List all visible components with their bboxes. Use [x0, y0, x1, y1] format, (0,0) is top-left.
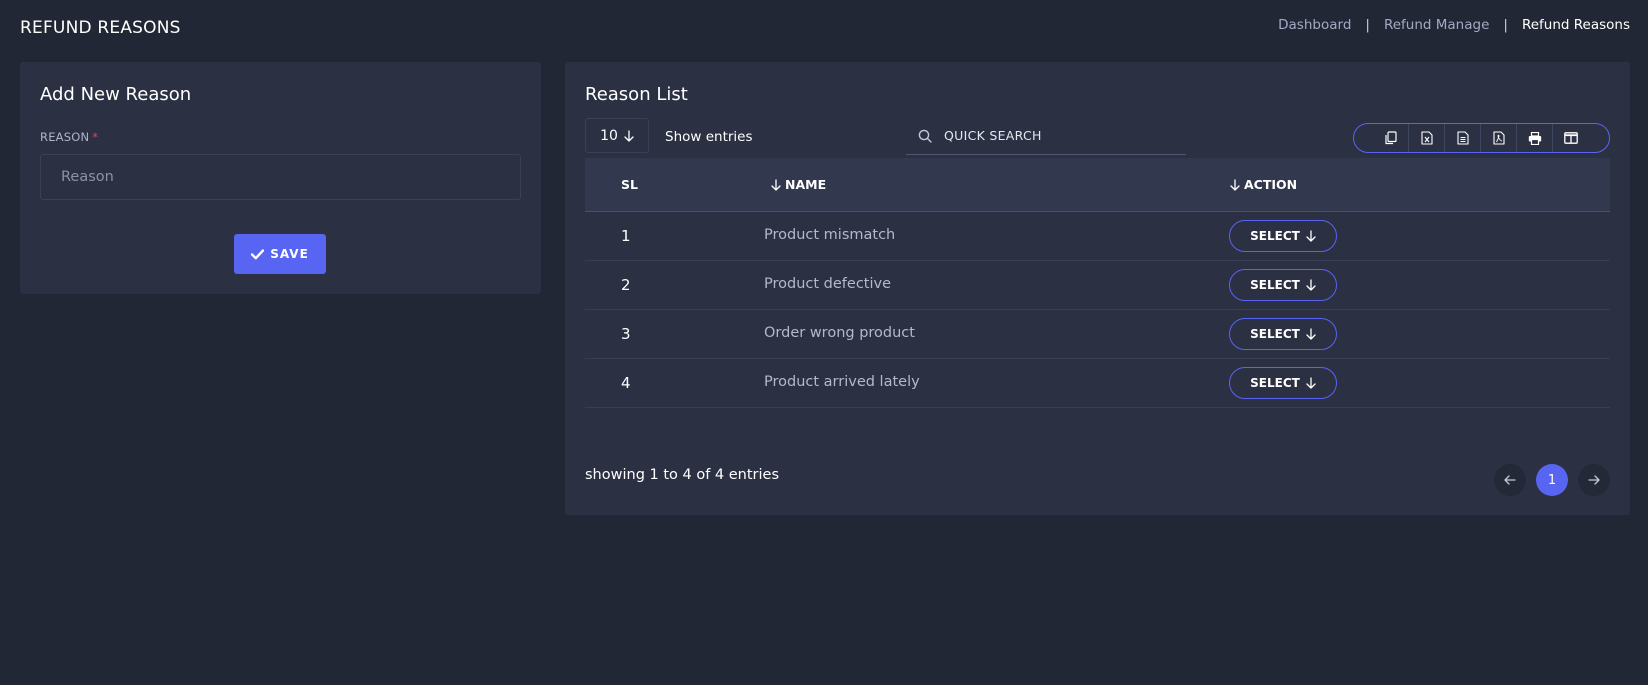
column-header-action[interactable]: ACTION — [1230, 177, 1297, 192]
page-number: 1 — [1547, 472, 1557, 488]
pdf-icon — [1492, 131, 1505, 145]
column-visibility-button[interactable] — [1553, 124, 1589, 152]
entries-value: 10 — [600, 127, 618, 144]
row-name: Product mismatch — [764, 227, 896, 243]
arrow-down-icon — [1306, 328, 1316, 340]
reason-label-text: REASON — [40, 130, 90, 144]
required-mark: * — [92, 130, 99, 144]
page-button-current[interactable]: 1 — [1536, 464, 1568, 496]
table-row: 4 Product arrived lately SELECT — [585, 359, 1610, 408]
excel-button[interactable] — [1409, 124, 1445, 152]
csv-button[interactable] — [1445, 124, 1481, 152]
sort-arrow-icon — [1230, 178, 1240, 191]
arrow-down-icon — [624, 129, 634, 142]
entries-select[interactable]: 10 — [585, 118, 649, 153]
arrow-left-icon — [1504, 475, 1516, 485]
row-sl: 3 — [621, 325, 631, 343]
breadcrumb-dashboard[interactable]: Dashboard — [1278, 17, 1351, 33]
show-entries-label: Show entries — [665, 129, 753, 145]
reason-input[interactable] — [40, 154, 521, 200]
column-header-name[interactable]: NAME — [771, 177, 826, 192]
arrow-down-icon — [1306, 279, 1316, 291]
column-header-sl[interactable]: SL — [621, 177, 638, 192]
row-select-button[interactable]: SELECT — [1229, 220, 1337, 252]
search-icon — [918, 129, 932, 143]
breadcrumb-separator: | — [1503, 17, 1508, 33]
row-select-button[interactable]: SELECT — [1229, 318, 1337, 350]
save-button[interactable]: SAVE — [234, 234, 326, 274]
print-button[interactable] — [1517, 124, 1553, 152]
table-row: 2 Product defective SELECT — [585, 261, 1610, 310]
row-name: Product arrived lately — [764, 374, 920, 390]
arrow-right-icon — [1588, 475, 1600, 485]
prev-page-button[interactable] — [1494, 464, 1526, 496]
table-row: 3 Order wrong product SELECT — [585, 310, 1610, 359]
pdf-button[interactable] — [1481, 124, 1517, 152]
sort-arrow-icon — [771, 178, 781, 191]
reason-list-title: Reason List — [585, 84, 688, 105]
select-label: SELECT — [1250, 327, 1300, 341]
search-input[interactable] — [944, 128, 1164, 143]
row-sl: 1 — [621, 227, 631, 245]
row-select-button[interactable]: SELECT — [1229, 367, 1337, 399]
entries-info: showing 1 to 4 of 4 entries — [585, 467, 780, 483]
table-row: 1 Product mismatch SELECT — [585, 212, 1610, 261]
row-sl: 4 — [621, 374, 631, 392]
next-page-button[interactable] — [1578, 464, 1610, 496]
breadcrumb: Dashboard | Refund Manage | Refund Reaso… — [1278, 17, 1630, 33]
page-title: REFUND REASONS — [20, 18, 181, 38]
excel-icon — [1420, 131, 1433, 145]
arrow-down-icon — [1306, 377, 1316, 389]
row-sl: 2 — [621, 276, 631, 294]
copy-icon — [1384, 131, 1397, 145]
column-name-label: NAME — [785, 177, 827, 192]
select-label: SELECT — [1250, 229, 1300, 243]
select-label: SELECT — [1250, 278, 1300, 292]
columns-icon — [1564, 132, 1578, 144]
reason-label: REASON * — [40, 130, 98, 144]
breadcrumb-refund-reasons: Refund Reasons — [1521, 17, 1630, 33]
pagination: 1 — [1494, 464, 1610, 496]
add-reason-title: Add New Reason — [40, 84, 192, 105]
quick-search — [906, 117, 1186, 155]
column-action-label: ACTION — [1244, 177, 1298, 192]
column-sl-label: SL — [621, 177, 638, 192]
csv-icon — [1456, 131, 1469, 145]
print-icon — [1528, 131, 1541, 145]
breadcrumb-separator: | — [1365, 17, 1370, 33]
table-body: 1 Product mismatch SELECT 2 Product defe… — [585, 212, 1610, 408]
breadcrumb-refund-manage[interactable]: Refund Manage — [1384, 17, 1489, 33]
export-button-group — [1353, 123, 1610, 153]
add-reason-card: Add New Reason REASON* SAVE — [20, 62, 541, 294]
copy-button[interactable] — [1373, 124, 1409, 152]
arrow-down-icon — [1306, 230, 1316, 242]
row-name: Product defective — [764, 276, 892, 292]
check-icon — [251, 248, 265, 259]
table-header: SL NAME ACTION — [585, 158, 1610, 212]
select-label: SELECT — [1250, 376, 1300, 390]
row-select-button[interactable]: SELECT — [1229, 269, 1337, 301]
row-name: Order wrong product — [764, 325, 915, 341]
reason-list-card: Reason List 10 Show entries QUICK SEARCH… — [565, 62, 1630, 515]
save-label: SAVE — [270, 247, 309, 261]
